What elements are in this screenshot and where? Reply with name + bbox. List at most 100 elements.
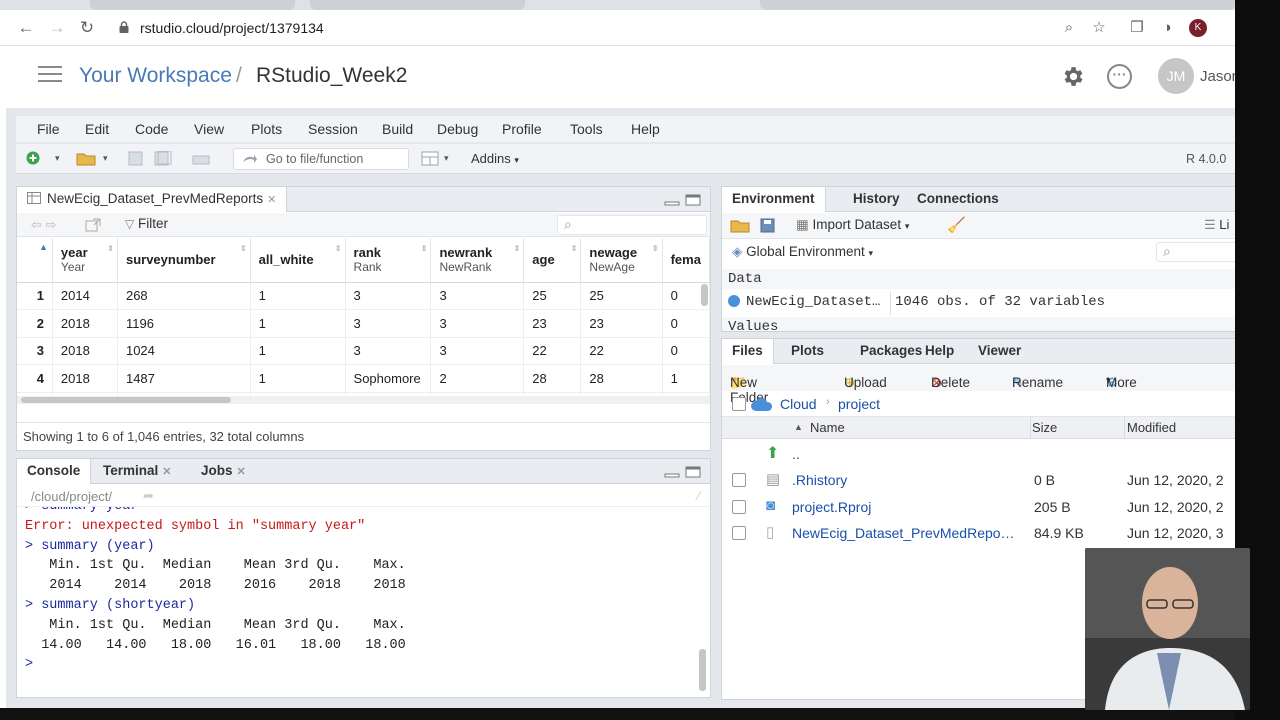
console-scrollbar[interactable]: [699, 649, 706, 691]
back-icon[interactable]: ←: [16, 18, 36, 38]
close-icon[interactable]: ✕: [162, 466, 171, 478]
goto-dir-icon[interactable]: ➦: [143, 488, 154, 504]
tab-help[interactable]: Help: [925, 343, 954, 358]
address-bar[interactable]: rstudio.cloud/project/1379134: [140, 20, 324, 36]
workspace-link[interactable]: Your Workspace: [79, 64, 232, 88]
tab-environment[interactable]: Environment: [722, 187, 826, 212]
name-column-header[interactable]: Name: [810, 420, 845, 435]
tab-history[interactable]: History: [853, 191, 900, 206]
chevron-down-icon[interactable]: ▾: [444, 153, 449, 164]
list-item[interactable]: ◙ project.Rproj 205 B Jun 12, 2020, 2: [722, 494, 1235, 520]
grid-layout-icon[interactable]: [421, 151, 439, 166]
extension-icon[interactable]: ❐: [1128, 19, 1146, 37]
list-item[interactable]: ⬆ ..: [722, 441, 1235, 467]
forward-icon[interactable]: →: [47, 18, 67, 38]
modified-column-header[interactable]: Modified: [1127, 420, 1176, 435]
list-item[interactable]: ▯ NewEcig_Dataset_PrevMedRepo… 84.9 KB J…: [722, 520, 1235, 546]
filter-button[interactable]: ▽ Filter: [125, 216, 168, 231]
load-workspace-icon[interactable]: [730, 218, 752, 233]
list-view-toggle[interactable]: ☰ Li: [1204, 217, 1229, 233]
tab-files[interactable]: Files: [722, 339, 774, 364]
minimize-icon[interactable]: [664, 466, 680, 478]
tab-packages[interactable]: Packages: [860, 343, 922, 358]
popout-icon[interactable]: [85, 218, 101, 232]
broom-icon[interactable]: 🧹: [947, 216, 966, 234]
maximize-icon[interactable]: [685, 194, 701, 206]
size-column-header[interactable]: Size: [1032, 420, 1057, 435]
chevron-down-icon[interactable]: ▾: [55, 153, 60, 164]
print-icon[interactable]: [192, 151, 210, 166]
extension-circle-icon[interactable]: ◑: [1158, 19, 1176, 37]
column-header[interactable]: rank Rank ⇕: [345, 238, 432, 283]
menu-code[interactable]: Code: [135, 121, 168, 137]
column-header[interactable]: age ⇕: [523, 238, 582, 283]
addins-menu[interactable]: Addins ▾: [471, 151, 519, 166]
browser-tab[interactable]: [310, 0, 525, 10]
file-name[interactable]: .Rhistory: [792, 472, 847, 488]
column-header[interactable]: all_white ⇕: [250, 238, 346, 283]
tab-jobs[interactable]: Jobs ✕: [201, 463, 246, 478]
column-header[interactable]: surveynumber ⇕: [117, 238, 251, 283]
file-checkbox[interactable]: [732, 526, 746, 540]
tab-connections[interactable]: Connections: [917, 191, 999, 206]
browser-tab[interactable]: [90, 0, 295, 10]
expand-icon[interactable]: [728, 295, 740, 307]
broom-icon[interactable]: ⁄: [698, 488, 700, 503]
menu-profile[interactable]: Profile: [502, 121, 542, 137]
column-header[interactable]: newrank NewRank ⇕: [430, 238, 525, 283]
menu-plots[interactable]: Plots: [251, 121, 282, 137]
browser-tab[interactable]: [760, 0, 1235, 10]
select-all-checkbox[interactable]: [732, 397, 746, 411]
vertical-scrollbar[interactable]: [701, 284, 708, 306]
open-folder-icon[interactable]: [76, 151, 98, 166]
environment-search-input[interactable]: ⌕: [1156, 242, 1235, 262]
menu-edit[interactable]: Edit: [85, 121, 109, 137]
file-name[interactable]: project.Rproj: [792, 499, 871, 515]
star-icon[interactable]: ☆: [1090, 19, 1108, 37]
new-file-icon[interactable]: [26, 151, 40, 165]
tab-plots[interactable]: Plots: [791, 343, 824, 358]
menu-session[interactable]: Session: [308, 121, 358, 137]
rownum-header[interactable]: ▲: [17, 238, 53, 283]
menu-file[interactable]: File: [37, 121, 60, 137]
dataviewer-search-input[interactable]: ⌕: [557, 215, 707, 235]
import-dataset-button[interactable]: ▦ Import Dataset ▾: [796, 217, 909, 233]
goto-file-input[interactable]: Go to file/function: [233, 148, 409, 170]
console-output[interactable]: > summary year Error: unexpected symbol …: [25, 507, 698, 693]
parent-folder-link[interactable]: ..: [792, 446, 800, 462]
file-checkbox[interactable]: [732, 473, 746, 487]
tab-viewer[interactable]: Viewer: [978, 343, 1021, 358]
column-header[interactable]: fema: [662, 238, 710, 283]
close-icon[interactable]: ✕: [267, 194, 276, 206]
menu-help[interactable]: Help: [631, 121, 660, 137]
more-icon[interactable]: ···: [1107, 64, 1132, 89]
menu-view[interactable]: View: [194, 121, 224, 137]
nav-arrows-icon[interactable]: ⇦ ⇨: [31, 217, 56, 233]
breadcrumb-cloud[interactable]: Cloud: [780, 396, 817, 412]
horizontal-scrollbar[interactable]: [17, 396, 710, 404]
profile-avatar[interactable]: K: [1189, 19, 1207, 37]
tab-terminal[interactable]: Terminal ✕: [103, 463, 171, 478]
file-name[interactable]: NewEcig_Dataset_PrevMedRepo…: [792, 525, 1015, 541]
column-header[interactable]: year Year ⇕: [52, 238, 118, 283]
tab-dataset[interactable]: NewEcig_Dataset_PrevMedReports ✕: [17, 187, 288, 212]
menu-debug[interactable]: Debug: [437, 121, 478, 137]
list-item[interactable]: ▤ .Rhistory 0 B Jun 12, 2020, 2: [722, 467, 1235, 493]
avatar[interactable]: JM: [1158, 58, 1194, 94]
gear-icon[interactable]: [1060, 64, 1085, 89]
menu-icon[interactable]: [38, 66, 62, 84]
maximize-icon[interactable]: [685, 466, 701, 478]
breadcrumb-project[interactable]: project: [838, 396, 880, 412]
save-all-icon[interactable]: [154, 151, 172, 166]
user-name[interactable]: Jason: [1200, 68, 1235, 85]
menu-build[interactable]: Build: [382, 121, 413, 137]
env-object-row[interactable]: NewEcig_Dataset… 1046 obs. of 32 variabl…: [722, 291, 1235, 315]
save-icon[interactable]: [760, 218, 775, 233]
minimize-icon[interactable]: [664, 194, 680, 206]
close-icon[interactable]: ✕: [237, 466, 246, 478]
scope-dropdown[interactable]: ◈ Global Environment ▾: [732, 244, 873, 260]
column-header[interactable]: newage NewAge ⇕: [580, 238, 663, 283]
tab-console[interactable]: Console: [17, 459, 92, 484]
reload-icon[interactable]: ↻: [77, 18, 97, 38]
chevron-down-icon[interactable]: ▾: [103, 153, 108, 164]
